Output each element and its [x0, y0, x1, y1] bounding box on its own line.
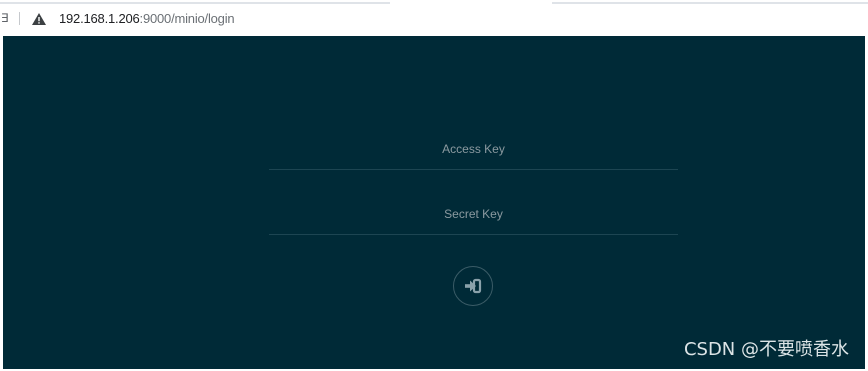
reload-icon-fragment[interactable]: ∃ — [1, 11, 9, 25]
address-url[interactable]: 192.168.1.206:9000/minio/login — [59, 11, 235, 26]
tab-strip-edge — [552, 2, 868, 4]
warning-triangle-icon[interactable] — [32, 13, 46, 25]
toolbar-divider — [19, 12, 20, 25]
browser-address-bar: ∃ 192.168.1.206:9000/minio/login — [0, 0, 868, 36]
url-path: :9000/minio/login — [139, 11, 235, 26]
secret-key-input[interactable] — [269, 194, 678, 234]
csdn-watermark: CSDN @不要喷香水 — [683, 339, 849, 360]
secret-key-field — [269, 194, 678, 235]
tab-strip-edge — [0, 2, 390, 4]
minio-login-page: CSDN @不要喷香水 — [3, 36, 865, 369]
access-key-input[interactable] — [269, 129, 678, 169]
sign-in-icon — [465, 278, 482, 294]
login-button[interactable] — [453, 266, 493, 306]
url-host: 192.168.1.206 — [59, 11, 140, 26]
access-key-field — [269, 129, 678, 170]
